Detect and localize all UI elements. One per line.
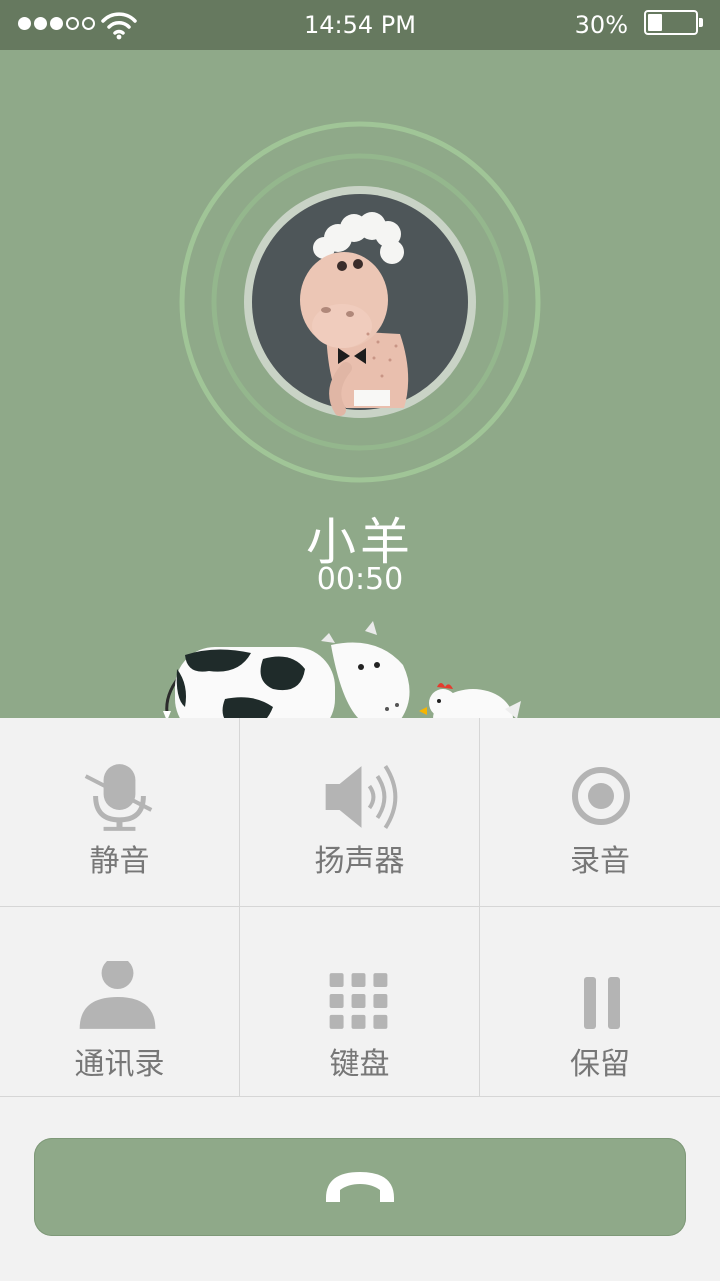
- call-hero: 小羊 00:50: [0, 50, 720, 754]
- speaker-label: 扬声器: [314, 844, 405, 879]
- call-actions-grid: 静音 扬声器 录音 通讯录 键盘 保留: [0, 718, 720, 1096]
- battery-level-fill: [648, 14, 662, 31]
- pause-icon: [584, 977, 620, 1029]
- mute-label: 静音: [89, 844, 150, 879]
- divider: [0, 1096, 720, 1097]
- contacts-button[interactable]: 通讯录: [0, 907, 240, 1096]
- record-button[interactable]: 录音: [480, 718, 720, 907]
- microphone-muted-icon: [84, 764, 153, 831]
- status-bar: 14:54 PM 30%: [0, 0, 720, 50]
- end-call-button[interactable]: [34, 1138, 686, 1236]
- battery-icon: [644, 10, 703, 35]
- mute-button[interactable]: 静音: [0, 718, 240, 907]
- hold-button[interactable]: 保留: [480, 907, 720, 1096]
- speaker-icon: [325, 765, 398, 829]
- keypad-button[interactable]: 键盘: [240, 907, 480, 1096]
- keypad-icon: [329, 973, 388, 1029]
- battery-percent: 30%: [574, 11, 628, 39]
- record-label: 录音: [570, 844, 630, 879]
- speaker-button[interactable]: 扬声器: [240, 718, 480, 907]
- keypad-label: 键盘: [329, 1047, 390, 1082]
- hang-up-icon: [326, 1172, 394, 1202]
- contacts-label: 通讯录: [74, 1047, 165, 1082]
- caller-avatar: [179, 121, 541, 483]
- contact-icon: [79, 961, 156, 1029]
- call-duration: 00:50: [316, 562, 404, 597]
- record-icon: [572, 767, 630, 825]
- hold-label: 保留: [570, 1047, 630, 1082]
